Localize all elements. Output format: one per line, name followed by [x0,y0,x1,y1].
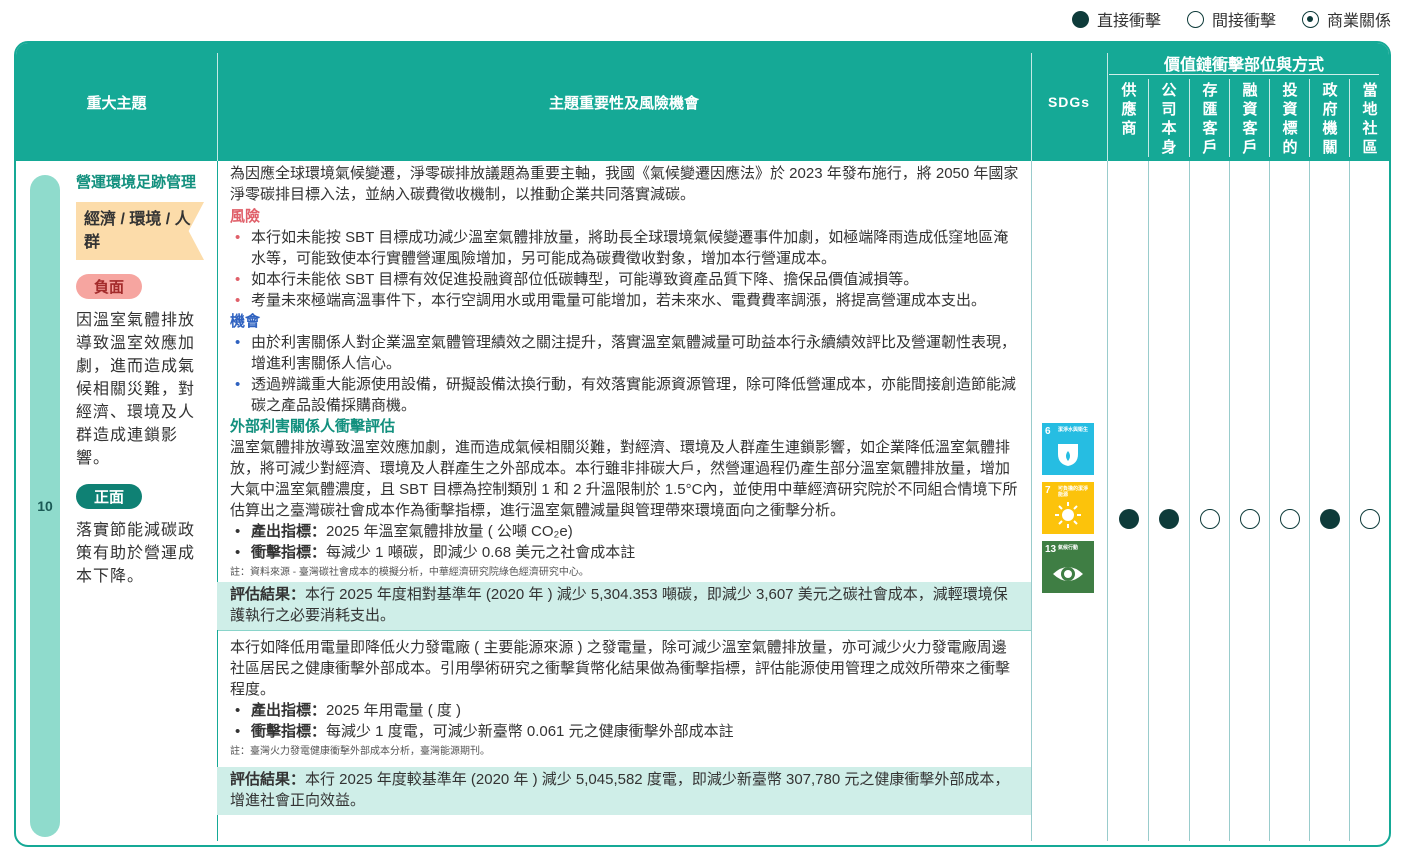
header-value-chain-col: 存匯客戶 [1202,82,1218,156]
sun-icon [1042,499,1094,531]
row-number: 10 [30,175,60,837]
list-item: 衝擊指標：每減少 1 噸碳，即減少 0.68 美元之社會成本註 [230,542,1019,563]
list-item: 由於利害關係人對企業溫室氣體管理績效之關注提升，落實溫室氣體減量可助益本行永續績… [230,332,1019,374]
indirect-impact-icon [1280,509,1300,529]
list-item: 衝擊指標：每減少 1 度電，可減少新臺幣 0.061 元之健康衝擊外部成本註 [230,721,1019,742]
sdg-13-badge: 13 氣候行動 [1042,541,1094,593]
negative-badge: 負面 [76,274,143,299]
external-text: 溫室氣體排放導致溫室效應加劇，進而造成氣候相關災難，對經濟、環境及人群產生連鎖影… [230,439,1018,519]
block2-intro: 本行如降低用電量即降低火力發電廠 ( 主要能源來源 ) 之發電量，除可減少溫室氣… [230,639,1011,698]
negative-text: 因溫室氣體排放導致溫室效應加劇，進而造成氣候相關災難，對經濟、環境及人群造成連鎖… [76,312,196,467]
legend-indirect: 間接衝擊 [1186,7,1276,31]
content-column: 為因應全球環境氣候變遷，淨零碳排放議題為重要主軸，我國《氣候變遷因應法》於 20… [217,161,1031,815]
header-value-chain-col: 供應商 [1121,82,1137,137]
sdg-6-badge: 6 潔淨水與衛生 [1042,423,1094,475]
table-row: 10 營運環境足跡管理 經濟 / 環境 / 人群 負面 因溫室氣體排放導致溫室效… [16,161,1389,845]
materiality-table: 重大主題 主題重要性及風險機會 SDGs 價值鏈衝擊部位與方式 供應商 公司本身 存… [14,41,1391,847]
indirect-impact-icon [1240,509,1260,529]
header-value-chain-col: 政府機關 [1322,82,1338,156]
direct-impact-icon [1320,509,1340,529]
indirect-impact-icon [1200,509,1220,529]
filled-circle-icon [1071,10,1089,28]
direct-impact-icon [1119,509,1139,529]
indirect-impact-icon [1360,509,1380,529]
positive-badge: 正面 [76,484,143,509]
header-topic: 重大主題 [86,94,147,112]
ringed-circle-icon [1301,10,1319,28]
footnote-1: 註：資料來源 - 臺灣碳社會成本的模擬分析，中華經濟研究院綠色經濟研究中心。 [230,567,589,578]
intro-text: 為因應全球環境氣候變遷，淨零碳排放議題為重要主軸，我國《氣候變遷因應法》於 20… [230,165,1019,203]
header-value-chain-col: 公司本身 [1161,82,1177,156]
sdg-7-badge: 7 可負擔的潔淨能源 [1042,482,1094,534]
legend-direct: 直接衝擊 [1071,7,1161,31]
header-content: 主題重要性及風險機會 [548,94,699,112]
indicator-list-2: 產出指標：2025 年用電量 ( 度 ) 衝擊指標：每減少 1 度電，可減少新臺… [230,700,1019,742]
header-value-chain-col: 當地社區 [1362,82,1378,156]
topic-column: 營運環境足跡管理 經濟 / 環境 / 人群 負面 因溫室氣體排放導致溫室效應加劇… [76,171,216,588]
external-heading: 外部利害關係人衝擊評估 [230,418,396,435]
topic-title: 營運環境足跡管理 [76,174,197,191]
topic-tag: 經濟 / 環境 / 人群 [76,202,204,260]
list-item: 產出指標：2025 年用電量 ( 度 ) [230,700,1019,721]
header-sdgs: SDGs [1047,94,1091,110]
legend: 直接衝擊 間接衝擊 商業關係 [1071,7,1391,31]
header-value-chain-col: 融資客戶 [1242,82,1258,156]
table-header: 重大主題 主題重要性及風險機會 SDGs 價值鏈衝擊部位與方式 供應商 公司本身 存… [16,43,1389,161]
list-item: 本行如未能按 SBT 目標成功減少溫室氣體排放量，將助長全球環境氣候變遷事件加劇… [230,227,1019,269]
header-value-chain-col: 投資標的 [1282,82,1298,156]
list-item: 考量未來極端高溫事件下，本行空調用水或用電量可能增加，若未來水、電費費率調漲，將… [230,290,1019,311]
risk-heading: 風險 [230,208,261,225]
legend-business: 商業關係 [1301,7,1391,31]
result-box-2: 評估結果：本行 2025 年度較基準年 (2020 年 ) 減少 5,045,5… [217,767,1031,815]
risk-list: 本行如未能按 SBT 目標成功減少溫室氣體排放量，將助長全球環境氣候變遷事件加劇… [230,227,1019,311]
direct-impact-icon [1159,509,1179,529]
list-item: 透過辨識重大能源使用設備，研擬設備汰換行動，有效落實能源資源管理，除可降低營運成… [230,374,1019,416]
list-item: 產出指標：2025 年溫室氣體排放量 ( 公噸 CO₂e) [230,521,1019,542]
header-value-chain: 價值鏈衝擊部位與方式 [1163,57,1324,74]
hollow-circle-icon [1186,10,1204,28]
legend-label: 商業關係 [1326,13,1391,30]
legend-label: 直接衝擊 [1096,13,1161,30]
water-icon [1042,440,1094,472]
result-box-1: 評估結果：本行 2025 年度相對基準年 (2020 年 ) 減少 5,304.… [217,582,1031,630]
eye-globe-icon [1042,558,1094,590]
footnote-2: 註：臺灣火力發電健康衝擊外部成本分析，臺灣能源期刊。 [230,746,490,757]
opportunity-list: 由於利害關係人對企業溫室氣體管理績效之關注提升，落實溫室氣體減量可助益本行永續績… [230,332,1019,416]
list-item: 如本行未能依 SBT 目標有效促進投融資部位低碳轉型，可能導致資產品質下降、擔保… [230,269,1019,290]
indicator-list-1: 產出指標：2025 年溫室氣體排放量 ( 公噸 CO₂e) 衝擊指標：每減少 1… [230,521,1019,563]
opportunity-heading: 機會 [230,313,261,330]
positive-text: 落實節能減碳政策有助於營運成本下降。 [76,522,196,585]
legend-label: 間接衝擊 [1211,13,1276,30]
